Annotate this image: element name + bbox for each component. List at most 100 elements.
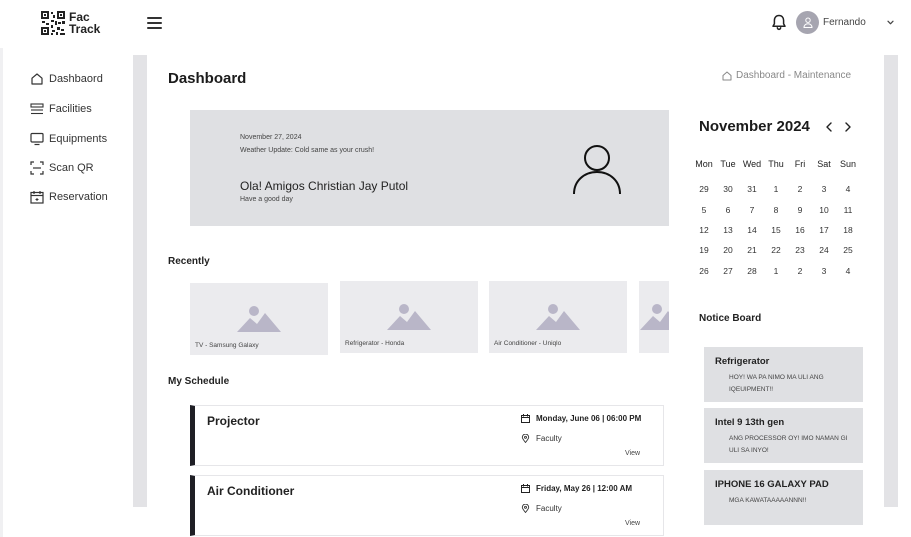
calendar-day[interactable]: 13 bbox=[716, 225, 740, 235]
person-icon bbox=[573, 145, 621, 195]
notice-item[interactable]: Intel 9 13th gen ANG PROCESSOR OY! IMO N… bbox=[704, 408, 863, 463]
bell-icon[interactable] bbox=[771, 14, 787, 31]
schedule-item: Air Conditioner Friday, May 26 | 12:00 A… bbox=[190, 475, 664, 536]
home-icon bbox=[31, 73, 43, 85]
calendar-day[interactable]: 4 bbox=[836, 184, 860, 194]
calendar-day[interactable]: 18 bbox=[836, 225, 860, 235]
chevron-right-icon[interactable] bbox=[843, 121, 853, 133]
location-pin-icon bbox=[521, 434, 530, 443]
page-title: Dashboard bbox=[168, 70, 247, 87]
image-placeholder-icon bbox=[237, 306, 281, 332]
calendar-day[interactable]: 15 bbox=[764, 225, 788, 235]
sidebar-item-scan-qr[interactable]: Scan QR bbox=[30, 161, 94, 175]
recently-title: Recently bbox=[168, 256, 210, 267]
image-placeholder-icon bbox=[640, 304, 669, 330]
calendar-day[interactable]: 30 bbox=[716, 184, 740, 194]
calendar-day[interactable]: 1 bbox=[764, 184, 788, 194]
facilities-icon bbox=[30, 103, 44, 115]
calendar-weekday-row: Mon Tue Wed Thu Fri Sat Sun bbox=[692, 154, 860, 174]
calendar-day[interactable]: 8 bbox=[764, 205, 788, 215]
sidebar-item-dashboard[interactable]: Dashbaord bbox=[30, 72, 103, 86]
sidebar-item-label: Facilities bbox=[49, 103, 92, 115]
calendar-day[interactable]: 6 bbox=[716, 205, 740, 215]
calendar-day[interactable]: 3 bbox=[812, 266, 836, 276]
view-link[interactable]: View bbox=[625, 520, 640, 527]
sidebar-item-label: Equipments bbox=[49, 133, 108, 145]
recent-card[interactable]: Air Conditioner - Uniqlo bbox=[489, 281, 627, 353]
notice-item[interactable]: IPHONE 16 GALAXY PAD MGA KAWATAAAAANNN!! bbox=[704, 470, 863, 525]
calendar-day[interactable]: 3 bbox=[812, 184, 836, 194]
breadcrumb-text: Dashboard - Maintenance bbox=[736, 70, 852, 81]
sidebar-item-equipments[interactable]: Equipments bbox=[30, 132, 107, 146]
calendar-day[interactable]: 31 bbox=[740, 184, 764, 194]
calendar-day[interactable]: 21 bbox=[740, 245, 764, 255]
recent-card[interactable]: Refrigerator - Honda bbox=[340, 281, 478, 353]
top-bar: Fac Track Fernando bbox=[0, 0, 911, 48]
calendar-day[interactable]: 10 bbox=[812, 205, 836, 215]
notice-item-body: ANG PROCESSOR OY! IMO NAMAN GI ULI SA IN… bbox=[729, 435, 848, 454]
schedule-location-text: Faculty bbox=[536, 504, 562, 513]
calendar-day[interactable]: 26 bbox=[692, 266, 716, 276]
schedule-item-name: Projector bbox=[207, 414, 260, 428]
user-avatar-icon[interactable] bbox=[796, 11, 819, 34]
menu-icon[interactable] bbox=[147, 17, 162, 29]
calendar-day[interactable]: 4 bbox=[836, 266, 860, 276]
recent-card[interactable]: TV - Samsung Galaxy bbox=[190, 283, 328, 355]
calendar-day[interactable]: 14 bbox=[740, 225, 764, 235]
chevron-left-icon[interactable] bbox=[824, 121, 834, 133]
weekday-label: Thu bbox=[768, 159, 784, 170]
calendar-week-row: 26 27 28 1 2 3 4 bbox=[692, 260, 860, 280]
calendar-day[interactable]: 12 bbox=[692, 225, 716, 235]
schedule-datetime-text: Friday, May 26 | 12:00 AM bbox=[536, 484, 633, 493]
sidebar-item-reservation[interactable]: Reservation bbox=[30, 190, 108, 204]
notice-item[interactable]: Refrigerator HOY! WA PA NIMO MA ULI ANG … bbox=[704, 347, 863, 402]
schedule-item-name: Air Conditioner bbox=[207, 484, 295, 498]
calendar-day[interactable]: 22 bbox=[764, 245, 788, 255]
calendar-day[interactable]: 23 bbox=[788, 245, 812, 255]
weekday-label: Mon bbox=[695, 159, 713, 170]
location-pin-icon bbox=[521, 504, 530, 513]
notice-item-title: Intel 9 13th gen bbox=[715, 417, 785, 428]
sidebar-item-label: Dashbaord bbox=[49, 73, 103, 85]
weekday-label: Tue bbox=[720, 159, 736, 170]
schedule-datetime-text: Monday, June 06 | 06:00 PM bbox=[536, 414, 642, 423]
sidebar-item-facilities[interactable]: Facilities bbox=[30, 102, 92, 116]
user-name[interactable]: Fernando bbox=[823, 17, 866, 28]
calendar-day[interactable]: 20 bbox=[716, 245, 740, 255]
calendar-week-row: 5 6 7 8 9 10 11 bbox=[692, 200, 860, 220]
calendar-week-row: 29 30 31 1 2 3 4 bbox=[692, 179, 860, 199]
sidebar: Dashbaord Facilities Equipments Scan QR … bbox=[0, 48, 133, 537]
calendar-day[interactable]: 29 bbox=[692, 184, 716, 194]
app-logo[interactable]: Fac Track bbox=[40, 10, 100, 36]
calendar-week-row: 19 20 21 22 23 24 25 bbox=[692, 240, 860, 260]
schedule-item-location: Faculty bbox=[521, 434, 562, 443]
greeting-subtitle: Have a good day bbox=[240, 196, 293, 203]
breadcrumb[interactable]: Dashboard - Maintenance bbox=[722, 70, 851, 81]
weekday-label: Fri bbox=[794, 159, 806, 170]
calendar-day[interactable]: 1 bbox=[764, 266, 788, 276]
chevron-down-icon[interactable] bbox=[886, 18, 895, 27]
schedule-location-text: Faculty bbox=[536, 434, 562, 443]
calendar-day[interactable]: 2 bbox=[788, 266, 812, 276]
recent-card-caption: Refrigerator - Honda bbox=[345, 340, 405, 347]
calendar-day[interactable]: 27 bbox=[716, 266, 740, 276]
calendar-day[interactable]: 17 bbox=[812, 225, 836, 235]
calendar-day[interactable]: 24 bbox=[812, 245, 836, 255]
view-link[interactable]: View bbox=[625, 450, 640, 457]
calendar-day[interactable]: 25 bbox=[836, 245, 860, 255]
calendar-day[interactable]: 2 bbox=[788, 184, 812, 194]
greeting: Ola! Amigos Christian Jay Putol bbox=[240, 179, 409, 193]
calendar-day[interactable]: 5 bbox=[692, 205, 716, 215]
content-frame-left bbox=[133, 55, 147, 507]
calendar-day[interactable]: 7 bbox=[740, 205, 764, 215]
calendar-day[interactable]: 9 bbox=[788, 205, 812, 215]
sidebar-item-label: Scan QR bbox=[49, 162, 94, 174]
calendar-day[interactable]: 28 bbox=[740, 266, 764, 276]
home-icon bbox=[722, 71, 732, 80]
calendar-day[interactable]: 19 bbox=[692, 245, 716, 255]
monitor-icon bbox=[30, 132, 44, 146]
schedule-item-datetime: Friday, May 26 | 12:00 AM bbox=[521, 484, 632, 493]
recent-card[interactable] bbox=[639, 281, 669, 353]
calendar-day[interactable]: 11 bbox=[836, 205, 860, 215]
calendar-day[interactable]: 16 bbox=[788, 225, 812, 235]
